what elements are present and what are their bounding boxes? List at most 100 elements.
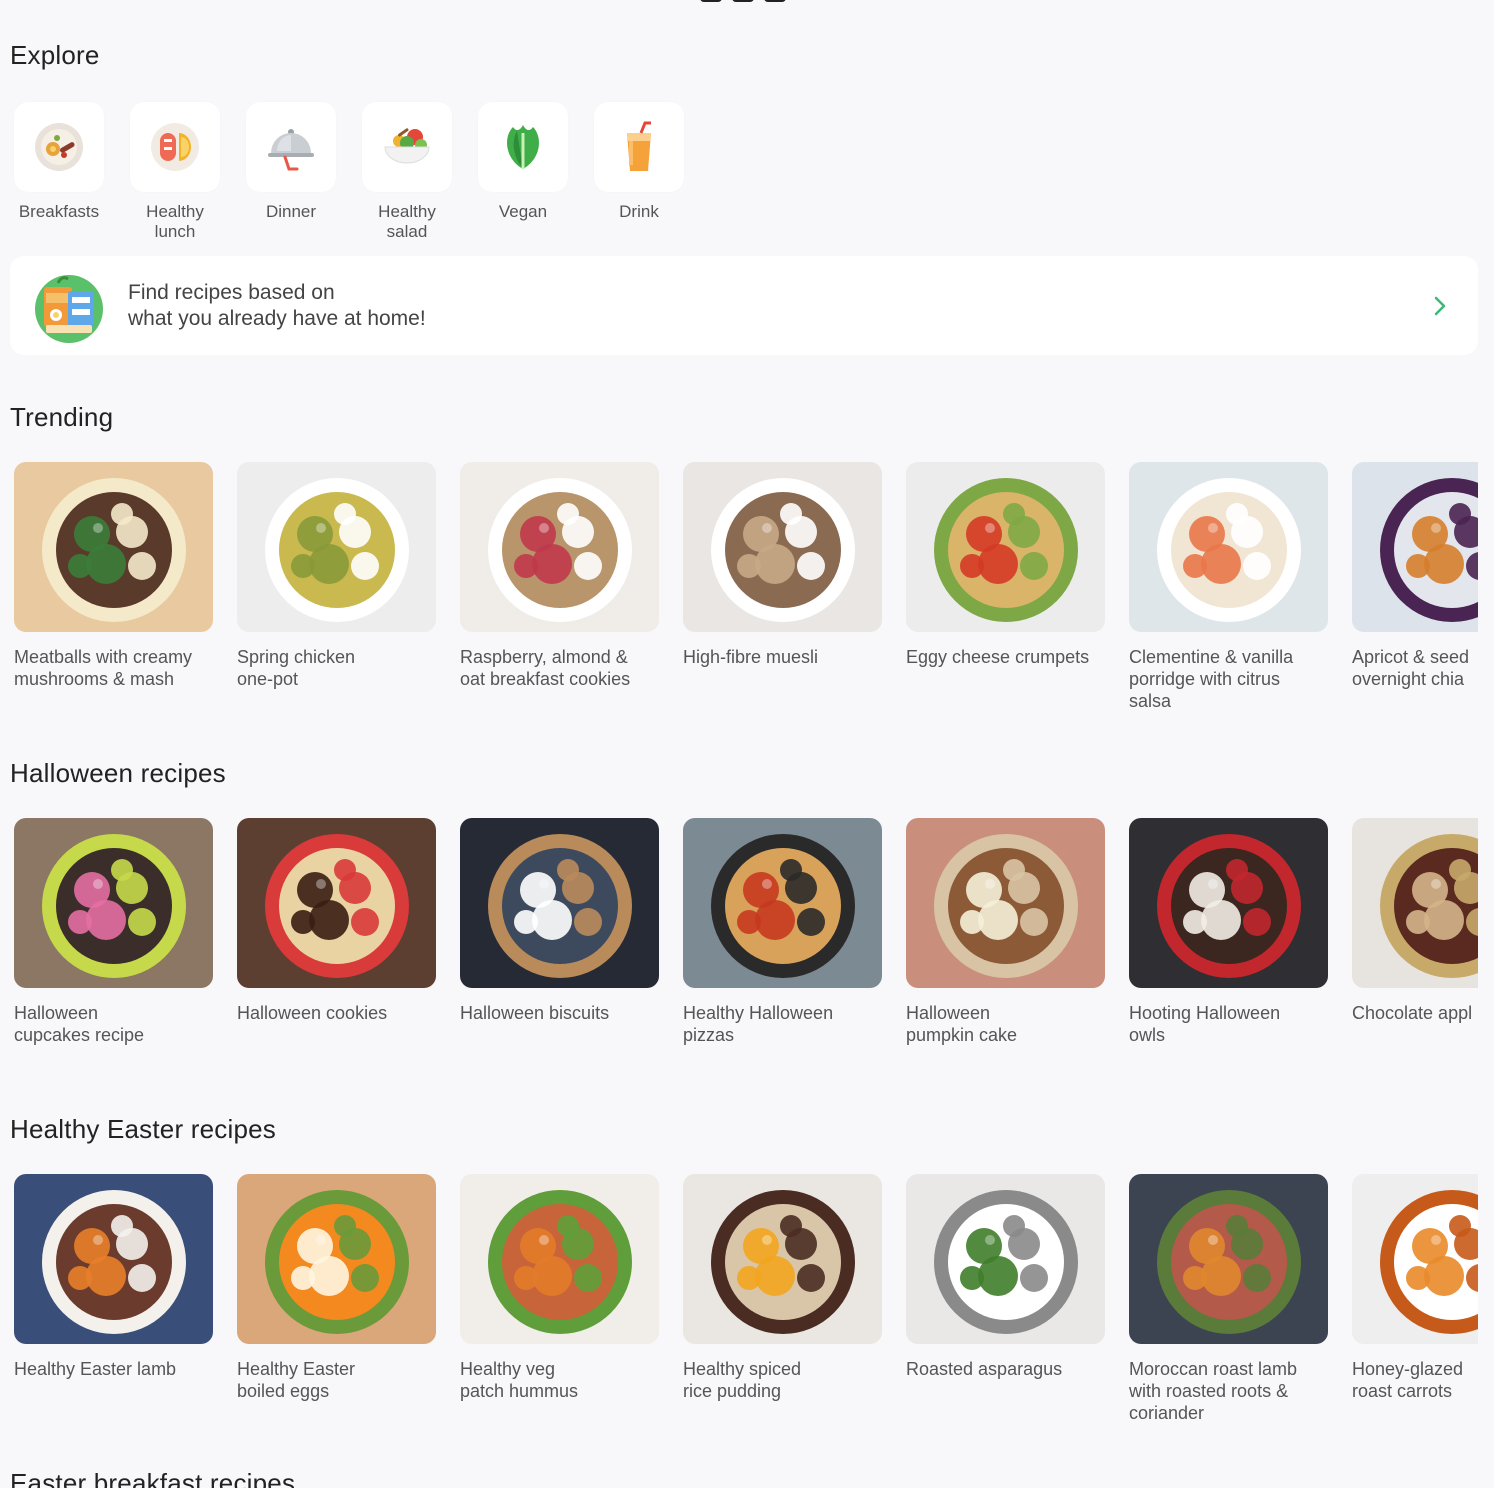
recipe-card[interactable]: High-fibre muesli (683, 462, 882, 712)
recipe-card[interactable]: Spring chicken one-pot (237, 462, 436, 712)
recipe-card[interactable]: Healthy Halloween pizzas (683, 818, 882, 1046)
explore-label: Breakfasts (18, 202, 100, 221)
recipe-photo (1352, 818, 1478, 988)
recipe-title: Honey-glazed roast carrots (1352, 1359, 1464, 1401)
recipe-photo (14, 1174, 213, 1344)
recipe-title: Healthy Halloween pizzas (683, 1003, 834, 1045)
recipe-title: Healthy veg patch hummus (460, 1359, 579, 1401)
explore-tile (246, 102, 336, 192)
recipe-title: Moroccan roast lamb with roasted roots &… (1129, 1359, 1298, 1423)
recipe-title: Clementine & vanilla porridge with citru… (1129, 647, 1294, 711)
chevron-right-icon[interactable] (1430, 292, 1450, 320)
recipe-photo (460, 818, 659, 988)
recipe-photo (237, 818, 436, 988)
recipe-title: Healthy spiced rice pudding (683, 1359, 802, 1401)
recipe-card[interactable]: Meatballs with creamy mushrooms & mash (14, 462, 213, 712)
recipe-photo (1129, 818, 1328, 988)
status-indicator (700, 0, 786, 6)
recipe-title: Healthy Easter boiled eggs (237, 1359, 356, 1401)
explore-tile (594, 102, 684, 192)
recipe-photo (1352, 462, 1478, 632)
explore-breakfasts[interactable]: Breakfasts (14, 102, 104, 242)
explore-label: Drink (619, 202, 659, 221)
recipe-photo (906, 1174, 1105, 1344)
section-heading-healthy-easter: Healthy Easter recipes (10, 1114, 276, 1144)
recipe-title: Chocolate appl (1352, 1003, 1473, 1023)
recipe-card[interactable]: Hooting Halloween owls (1129, 818, 1328, 1046)
section-heading-halloween: Halloween recipes (10, 758, 226, 788)
recipe-row-halloween: Halloween cupcakes recipe Halloween cooki… (14, 818, 1478, 1046)
explore-label: Dinner (265, 202, 317, 221)
recipe-photo (683, 818, 882, 988)
recipe-title: Halloween pumpkin cake (906, 1003, 1018, 1045)
recipe-photo (906, 818, 1105, 988)
explore-label: Healthy lunch (146, 202, 204, 241)
recipe-photo (683, 462, 882, 632)
recipe-card[interactable]: Moroccan roast lamb with roasted roots &… (1129, 1174, 1328, 1424)
explore-label: Vegan (498, 202, 548, 221)
recipe-card[interactable]: Halloween biscuits (460, 818, 659, 1046)
recipe-card[interactable]: Healthy spiced rice pudding (683, 1174, 882, 1424)
explore-heading: Explore (10, 40, 100, 70)
section-heading-trending: Trending (10, 402, 114, 432)
recipe-card[interactable]: Healthy Easter lamb (14, 1174, 213, 1424)
recipe-card[interactable]: Raspberry, almond & oat breakfast cookie… (460, 462, 659, 712)
recipe-photo (460, 1174, 659, 1344)
explore-vegan[interactable]: Vegan (478, 102, 568, 242)
recipe-card[interactable]: Eggy cheese crumpets (906, 462, 1105, 712)
recipe-title: Raspberry, almond & oat breakfast cookie… (460, 647, 631, 689)
recipe-photo (906, 462, 1105, 632)
recipe-card[interactable]: Healthy Easter boiled eggs (237, 1174, 436, 1424)
recipe-title: Eggy cheese crumpets (906, 647, 1090, 667)
recipe-photo (14, 462, 213, 632)
recipe-card[interactable]: Apricot & seed overnight chia (1352, 462, 1478, 712)
pantry-icon (35, 274, 103, 343)
explore-healthy-salad[interactable]: Healthy salad (362, 102, 452, 242)
explore-tile (478, 102, 568, 192)
recipe-photo (1129, 462, 1328, 632)
recipe-card[interactable]: Chocolate appl (1352, 818, 1478, 1046)
recipe-row-healthy-easter: Healthy Easter lamb Healthy Easter boiled… (14, 1174, 1478, 1424)
recipe-photo (683, 1174, 882, 1344)
recipe-card[interactable]: Halloween cookies (237, 818, 436, 1046)
recipe-title: Halloween cupcakes recipe (14, 1003, 145, 1045)
recipe-card[interactable]: Halloween cupcakes recipe (14, 818, 213, 1046)
salad-bowl-icon (384, 128, 430, 164)
recipe-card[interactable]: Roasted asparagus (906, 1174, 1105, 1424)
recipe-photo (237, 462, 436, 632)
explore-label: Healthy salad (378, 202, 436, 241)
recipe-card[interactable]: Halloween pumpkin cake (906, 818, 1105, 1046)
recipe-row-trending: Meatballs with creamy mushrooms & mash Sp… (14, 462, 1478, 712)
salmon-lemon-icon (151, 123, 199, 171)
recipe-title: Halloween cookies (237, 1003, 388, 1023)
recipe-card[interactable]: Clementine & vanilla porridge with citru… (1129, 462, 1328, 712)
recipe-photo (1129, 1174, 1328, 1344)
recipe-title: Spring chicken one-pot (237, 647, 356, 689)
recipe-title: Roasted asparagus (906, 1359, 1063, 1379)
recipe-title: Healthy Easter lamb (14, 1359, 177, 1379)
recipe-title: Meatballs with creamy mushrooms & mash (14, 647, 193, 689)
recipe-photo (237, 1174, 436, 1344)
section-heading-easter-breakfast: Easter breakfast recipes (10, 1468, 296, 1488)
recipe-photo (460, 462, 659, 632)
explore-categories: Breakfasts Healthy lunch Dinner Healthy … (14, 102, 684, 242)
recipe-photo (1352, 1174, 1478, 1344)
pantry-banner-text: Find recipes based on what you already h… (128, 280, 426, 330)
recipe-title: High-fibre muesli (683, 647, 819, 667)
recipe-photo (14, 818, 213, 988)
recipe-title: Hooting Halloween owls (1129, 1003, 1281, 1045)
explore-tile (362, 102, 452, 192)
explore-tile (14, 102, 104, 192)
explore-tile (130, 102, 220, 192)
recipe-title: Apricot & seed overnight chia (1352, 647, 1470, 689)
explore-drink[interactable]: Drink (594, 102, 684, 242)
recipe-title: Halloween biscuits (460, 1003, 610, 1023)
pantry-banner[interactable]: Find recipes based on what you already h… (10, 256, 1478, 355)
explore-dinner[interactable]: Dinner (246, 102, 336, 242)
breakfast-plate-icon (35, 123, 83, 171)
juice-glass-icon (627, 121, 651, 171)
explore-healthy-lunch[interactable]: Healthy lunch (130, 102, 220, 242)
recipe-card[interactable]: Honey-glazed roast carrots (1352, 1174, 1478, 1424)
recipe-card[interactable]: Healthy veg patch hummus (460, 1174, 659, 1424)
leaf-icon (507, 125, 539, 169)
